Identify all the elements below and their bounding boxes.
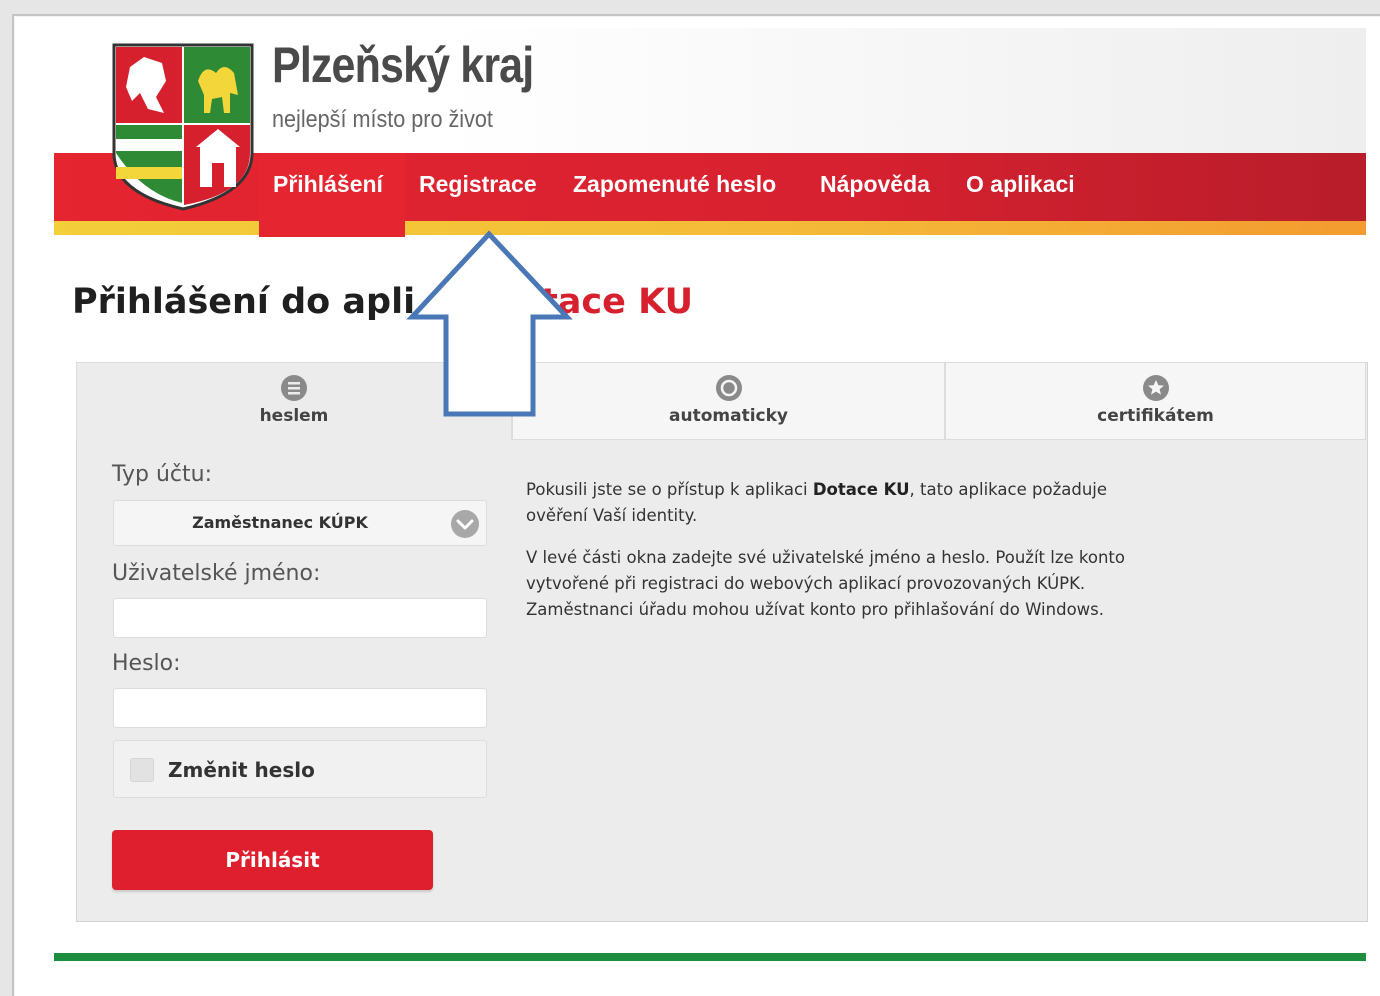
nav-item-registrace[interactable]: Registrace [419,171,537,198]
star-badge-icon [1142,375,1169,401]
account-type-value: Zaměstnanec KÚPK [192,513,368,532]
username-label: Uživatelské jméno: [112,561,321,586]
nav-item-prihlaseni[interactable]: Přihlášení [273,171,383,198]
nav-item-zapomenute-heslo[interactable]: Zapomenuté heslo [573,171,776,198]
change-password-label[interactable]: Změnit heslo [168,758,315,782]
account-type-select[interactable]: Zaměstnanec KÚPK [113,500,487,546]
coat-of-arms-logo[interactable] [112,43,254,211]
site-title: Plzeňský kraj [272,37,534,93]
tab-label: certifikátem [1097,406,1214,426]
username-input[interactable] [113,598,487,638]
page-title: Přihlášení do apli tace KU [72,282,694,322]
list-icon [281,375,307,401]
navbar-accent-strip [54,221,1366,235]
site-tagline: nejlepší místo pro život [272,106,493,133]
change-password-row: Změnit heslo [113,740,487,798]
login-submit-button[interactable]: Přihlásit [112,830,433,890]
info-paragraph-instructions: V levé části okna zadejte své uživatelsk… [526,548,1125,619]
circle-icon [715,375,742,401]
annotation-arrow-icon [406,230,573,417]
password-input[interactable] [113,688,487,728]
info-paragraph-identity: Pokusili jste se o přístup k aplikaci Do… [526,480,1108,525]
chevron-down-icon [451,510,479,538]
nav-item-napoveda[interactable]: Nápověda [820,171,930,198]
account-type-label: Typ účtu: [112,462,213,487]
nav-item-o-aplikaci[interactable]: O aplikaci [966,171,1075,198]
change-password-checkbox[interactable] [130,758,154,782]
tab-certifikatem[interactable]: certifikátem [945,362,1366,440]
footer-divider [54,953,1366,961]
password-label: Heslo: [112,651,181,676]
tab-automaticky[interactable]: automaticky [512,362,945,440]
tab-label: automaticky [669,406,788,426]
